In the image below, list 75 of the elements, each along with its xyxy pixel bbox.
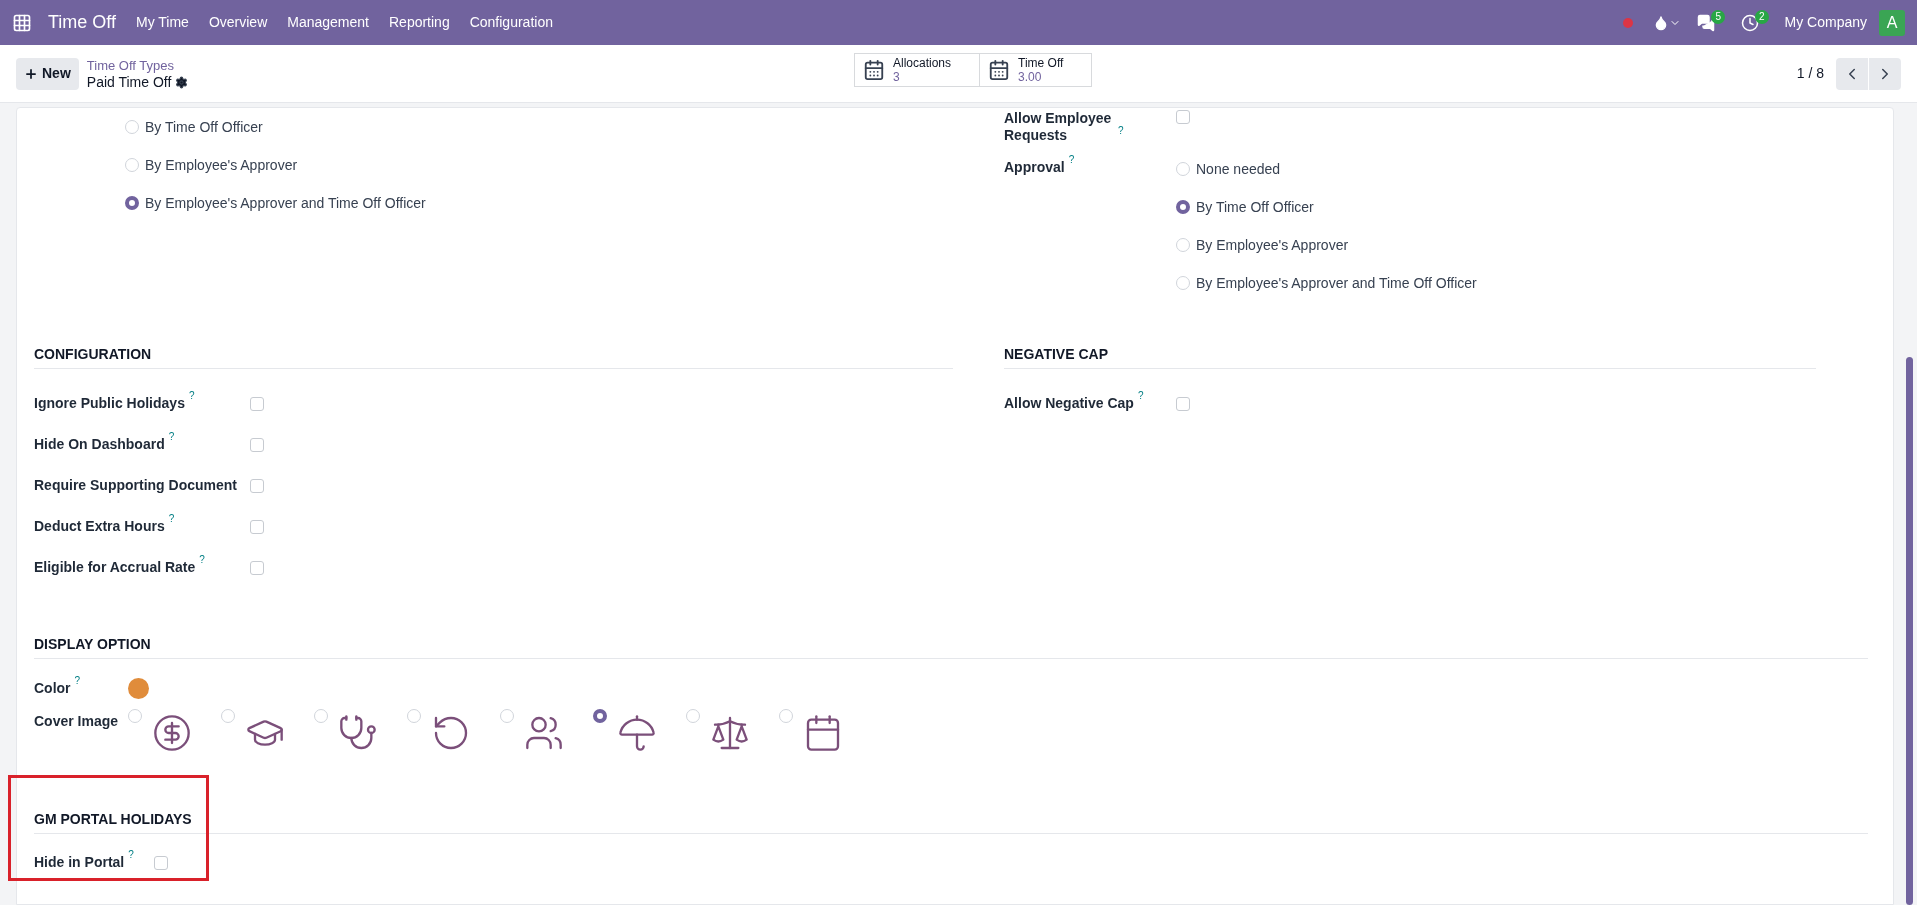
menu-item[interactable]: Configuration (469, 12, 553, 33)
checkbox[interactable] (250, 519, 264, 534)
chat-icon[interactable] (1697, 13, 1716, 32)
checkbox[interactable] (250, 560, 264, 575)
menu-item[interactable]: Reporting (389, 12, 450, 33)
gear-icon[interactable] (175, 75, 189, 89)
radio-label: By Time Off Officer (145, 117, 263, 137)
radio-button[interactable] (593, 709, 607, 723)
radio-label: By Employee's Approver and Time Off Officer (145, 193, 426, 213)
field-label: Color (34, 678, 71, 698)
record-title: Paid Time Off (86, 73, 172, 91)
app-title[interactable]: Time Off (48, 9, 116, 36)
field-label: Allow Employee Requests (1004, 110, 1113, 144)
section-title: DISPLAY OPTION (34, 636, 151, 652)
help-mark[interactable]: ? (1118, 126, 1124, 136)
menu-item[interactable]: Overview (208, 12, 268, 33)
cover-image-icon[interactable] (152, 713, 192, 753)
new-button[interactable]: New (16, 57, 79, 90)
checkbox[interactable] (1176, 110, 1190, 124)
company-name[interactable]: My Company (1784, 12, 1867, 33)
help-mark[interactable]: ? (168, 432, 175, 442)
checkbox[interactable] (1176, 396, 1190, 411)
radio-button[interactable] (1176, 200, 1190, 214)
apps-menu-icon[interactable] (12, 12, 32, 33)
menu-item[interactable]: Management (287, 12, 369, 33)
help-mark[interactable]: ? (1137, 391, 1144, 401)
scrollbar-thumb[interactable] (1906, 357, 1913, 905)
smart-button-value: 3.00 (1018, 70, 1043, 84)
section-title: GM PORTAL HOLIDAYS (34, 811, 192, 827)
section-title: CONFIGURATION (34, 346, 152, 362)
field-label: Ignore Public Holidays (34, 394, 185, 413)
smart-button[interactable]: Allocations 3 (854, 53, 981, 87)
breadcrumb-link[interactable]: Time Off Types (86, 56, 189, 74)
color-swatch[interactable] (128, 677, 149, 699)
section-title: NEGATIVE CAP (1004, 346, 1108, 362)
notification-badge: 2 (1754, 9, 1769, 24)
help-mark[interactable]: ? (1068, 155, 1075, 165)
field-label: Require Supporting Document (34, 476, 237, 495)
calendar-icon (988, 59, 1011, 81)
radio-label: None needed (1196, 159, 1281, 179)
field-label: Deduct Extra Hours (34, 517, 165, 536)
field-label: Hide in Portal (34, 853, 125, 872)
checkbox[interactable] (250, 437, 264, 452)
checkbox[interactable] (154, 855, 168, 870)
checkbox[interactable] (250, 478, 264, 493)
help-mark[interactable]: ? (168, 514, 175, 524)
field-label: Approval (1004, 158, 1065, 177)
field-label: Cover Image (34, 713, 119, 729)
field-label: Eligible for Accrual Rate (34, 558, 196, 577)
smart-button-label: Allocations (893, 56, 952, 70)
pager-value: 1 / 8 (1796, 64, 1824, 83)
user-avatar[interactable]: A (1879, 9, 1905, 36)
next-button[interactable] (1869, 57, 1901, 90)
clock-icon[interactable] (1740, 13, 1759, 32)
smart-button[interactable]: Time Off 3.00 (979, 53, 1093, 87)
help-mark[interactable]: ? (199, 555, 205, 565)
smart-button-value: 3 (893, 70, 901, 84)
plus-icon (24, 66, 38, 81)
radio-button[interactable] (125, 196, 139, 210)
field-label: Allow Negative Cap (1004, 394, 1134, 413)
radio-label: By Time Off Officer (1196, 197, 1314, 217)
calendar-icon (863, 59, 885, 81)
help-mark[interactable]: ? (188, 391, 195, 401)
menu-item[interactable]: My Time (136, 12, 189, 33)
help-mark[interactable]: ? (74, 675, 81, 686)
field-label: Hide On Dashboard (34, 435, 165, 454)
notification-badge: 5 (1711, 9, 1725, 24)
radio-label: By Employee's Approver (145, 155, 298, 175)
radio-label: By Employee's Approver (1196, 235, 1349, 255)
cover-image-icon[interactable] (617, 713, 657, 753)
help-mark[interactable]: ? (128, 850, 134, 860)
smart-button-label: Time Off (1018, 56, 1064, 70)
radio-label: By Employee's Approver and Time Off Officer (1196, 273, 1477, 293)
previous-button[interactable] (1836, 57, 1868, 90)
checkbox[interactable] (250, 396, 264, 411)
